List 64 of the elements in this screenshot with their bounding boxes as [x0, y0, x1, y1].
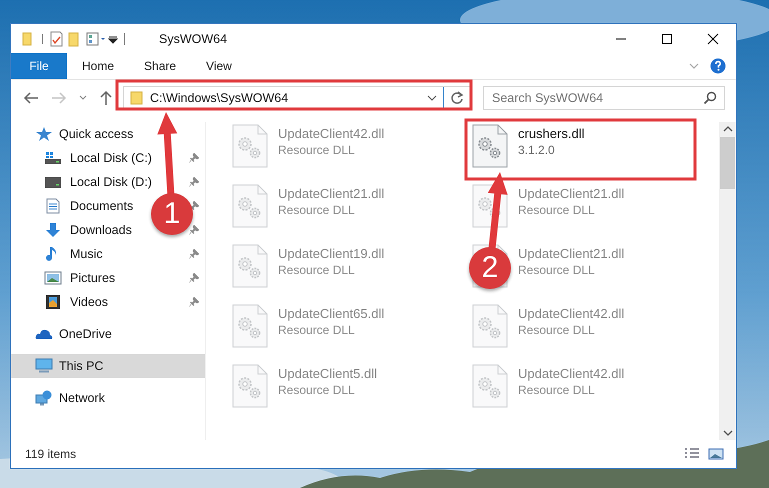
- tiles-view-icon[interactable]: [708, 448, 724, 460]
- ribbon-tab[interactable]: Share: [129, 53, 192, 79]
- star-icon: [35, 126, 53, 142]
- drive-icon: [44, 150, 62, 166]
- gear-file-icon: [232, 244, 268, 288]
- details-view-icon[interactable]: [684, 448, 700, 460]
- nav-item[interactable]: Videos: [70, 295, 108, 309]
- nav-item[interactable]: Quick access: [11, 122, 205, 146]
- chevron-down-icon[interactable]: [79, 94, 87, 102]
- image-icon: [44, 270, 62, 286]
- gear-file-icon: [472, 364, 508, 408]
- back-arrow-icon[interactable]: [23, 91, 39, 105]
- document-icon: [44, 198, 62, 214]
- address-bar[interactable]: C:\Windows\SysWOW64: [123, 86, 471, 110]
- file-description: Resource DLL: [278, 383, 356, 397]
- close-icon: [707, 32, 719, 44]
- nav-item[interactable]: OneDrive: [11, 322, 205, 346]
- search-field[interactable]: Search SysWOW64: [483, 86, 725, 110]
- folder-icon: [130, 91, 144, 105]
- file-name[interactable]: crushers.dll: [518, 126, 584, 141]
- ribbon-tab[interactable]: Home: [67, 53, 130, 79]
- nav-item[interactable]: Pictures: [70, 271, 116, 285]
- gear-file-icon: [472, 304, 508, 348]
- ribbon-tab[interactable]: View: [191, 53, 247, 79]
- nav-item[interactable]: Local Disk (D:): [70, 175, 152, 189]
- film-icon: [44, 294, 62, 310]
- file-description: Resource DLL: [278, 323, 356, 337]
- file-description: Resource DLL: [518, 263, 596, 277]
- scroll-up-icon[interactable]: [722, 125, 732, 133]
- file-description: 3.1.2.0: [518, 143, 556, 157]
- nav-item[interactable]: This PC: [11, 354, 205, 378]
- gear-file-icon: [232, 304, 268, 348]
- file-description: Resource DLL: [278, 263, 356, 277]
- file-description: Resource DLL: [278, 143, 356, 157]
- network-icon: [35, 390, 53, 406]
- file-menu-button[interactable]: File: [11, 53, 67, 79]
- scroll-down-icon[interactable]: [722, 429, 732, 437]
- nav-item[interactable]: Local Disk (C:): [70, 151, 152, 165]
- file-description: Resource DLL: [518, 203, 596, 217]
- gear-file-icon: [232, 184, 268, 228]
- gear-file-icon: [472, 124, 508, 168]
- nav-item[interactable]: Downloads: [70, 223, 132, 237]
- chevron-down-icon[interactable]: [427, 94, 437, 102]
- nav-item[interactable]: Music: [70, 247, 103, 261]
- down-arrow-icon: [44, 222, 62, 238]
- drive-icon: [44, 174, 62, 190]
- nav-item[interactable]: Documents: [70, 199, 134, 213]
- scrollbar-thumb[interactable]: [720, 137, 735, 189]
- nav-item[interactable]: Network: [11, 386, 205, 410]
- scrollbar[interactable]: [719, 122, 736, 440]
- monitor-icon: [35, 358, 53, 374]
- window-title: SysWOW64: [159, 32, 228, 46]
- file-description: Resource DLL: [278, 203, 356, 217]
- file-description: Resource DLL: [518, 323, 596, 337]
- gear-file-icon: [232, 364, 268, 408]
- up-arrow-icon[interactable]: [99, 90, 113, 106]
- help-icon[interactable]: [710, 58, 726, 74]
- address-path: C:\Windows\SysWOW64: [150, 91, 290, 105]
- search-icon: [703, 91, 717, 105]
- item-count: 119 items: [25, 447, 76, 461]
- gear-file-icon: [232, 124, 268, 168]
- file-description: Resource DLL: [518, 383, 596, 397]
- refresh-icon[interactable]: [450, 91, 464, 105]
- maximize-icon: [661, 32, 673, 44]
